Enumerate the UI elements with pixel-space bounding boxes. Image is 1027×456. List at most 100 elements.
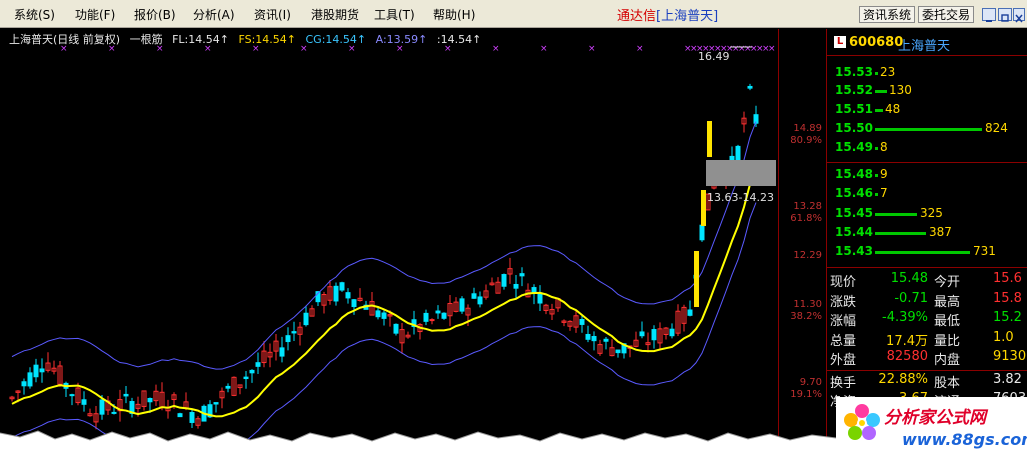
stat-value: -0.71 [894, 291, 928, 306]
bid-row[interactable]: 15.45 325 [827, 206, 1027, 222]
close-icon[interactable] [1013, 8, 1025, 23]
window-title: 通达信[上海普天] [617, 5, 718, 24]
quote-panel: L 600680 上海普天 15.53 23 15.52 130 15.51 48 1… [826, 29, 1027, 456]
candle-body [255, 362, 261, 367]
candle-body [537, 292, 543, 304]
candle-body [345, 292, 351, 299]
stat-label: 股本 [934, 376, 961, 391]
chart-canvas[interactable]: × × × × × × × × × × × × × ×××××××××××××××16.4913.63-1… [0, 29, 778, 456]
ask-row[interactable]: 15.49 8 [827, 140, 1027, 156]
axis-tick: 9.70 [799, 377, 822, 388]
ask-bar [875, 109, 883, 112]
candle-body [213, 402, 219, 405]
candle-body [147, 397, 153, 403]
stat-value: 17.4万 [886, 334, 928, 349]
minimize-icon[interactable] [982, 8, 996, 22]
menu-system[interactable]: 系统(S) [14, 6, 55, 23]
divider [827, 267, 1027, 268]
signal-bar [701, 190, 706, 226]
signal-marker: × [768, 44, 776, 54]
candle-body [279, 347, 285, 357]
bid-volume: 325 [920, 206, 943, 220]
bid-price: 15.44 [835, 225, 873, 239]
candle-body [291, 331, 297, 334]
app-title: 通达信 [617, 9, 657, 24]
candle-body [381, 312, 387, 319]
candle-body [225, 385, 231, 389]
bid-row[interactable]: 15.44 387 [827, 225, 1027, 241]
candle-body [501, 274, 507, 287]
bid-volume: 731 [973, 244, 996, 258]
candle-body [441, 312, 447, 319]
candle-body [603, 338, 609, 342]
ask-row[interactable]: 15.50 824 [827, 121, 1027, 137]
candle-body [651, 329, 657, 341]
bid-volume: 9 [880, 167, 888, 181]
ask-row[interactable]: 15.53 23 [827, 65, 1027, 81]
signal-bar [707, 121, 712, 157]
info-system-button[interactable]: 资讯系统 [859, 6, 916, 23]
chart-legend: 上海普天(日线 前复权) 一根筋 FL:14.54↑ FS:14.54↑ CG:… [9, 31, 487, 47]
stat-value: 15.6 [993, 271, 1022, 286]
candle-body [339, 282, 345, 291]
candle-body [99, 399, 105, 415]
signal-marker: × [540, 44, 548, 54]
kline-chart[interactable]: × × × × × × × × × × × × × × × × × × × × × × × × × × × × 16.49 13.63-1… [0, 29, 825, 456]
stat-label: 外盘 [830, 353, 857, 368]
stat-label: 涨跌 [830, 295, 857, 310]
ask-volume: 8 [880, 140, 888, 154]
signal-marker: × [492, 44, 500, 54]
ma-line [11, 168, 757, 418]
ask-bar [875, 147, 878, 150]
stock-name: 上海普天 [898, 39, 951, 54]
menu-function[interactable]: 功能(F) [75, 6, 115, 23]
menu-help[interactable]: 帮助(H) [433, 6, 475, 23]
axis-tick: 14.89 [793, 123, 822, 134]
menu-hk-futures[interactable]: 港股期货 [311, 6, 359, 23]
ask-price: 15.53 [835, 65, 873, 79]
trade-button[interactable]: 委托交易 [918, 6, 975, 23]
candle-body [111, 411, 117, 414]
candle-body [393, 323, 399, 334]
menu-analysis[interactable]: 分析(A) [193, 6, 235, 23]
watermark-title: 分析家公式网 [884, 408, 986, 428]
torn-edge [0, 430, 836, 456]
menu-quote[interactable]: 报价(B) [134, 6, 176, 23]
candle-body [375, 310, 381, 318]
candle-body [699, 224, 705, 241]
legend-fs: FS:14.54↑ [238, 33, 296, 46]
stat-value: 15.48 [890, 271, 928, 286]
stat-label: 量比 [934, 334, 961, 349]
ask-row[interactable]: 15.52 130 [827, 83, 1027, 99]
high-annotation: 16.49 [698, 50, 730, 63]
bid-bar [875, 174, 878, 177]
stat-row: 现价 15.48 今开 15.6 [827, 271, 1027, 290]
stock-code: 600680 [849, 35, 904, 50]
ask-price: 15.49 [835, 140, 873, 154]
stat-value: 15.8 [993, 291, 1022, 306]
highlight-box [706, 160, 776, 186]
candle-body [435, 310, 441, 314]
candle-body [303, 312, 309, 326]
signal-bar [694, 251, 699, 307]
stat-label: 涨幅 [830, 314, 857, 329]
menu-info[interactable]: 资讯(I) [254, 6, 291, 23]
candle-body [333, 285, 339, 302]
bid-row[interactable]: 15.46 7 [827, 186, 1027, 202]
candle-body [81, 399, 87, 405]
menu-tools[interactable]: 工具(T) [374, 6, 415, 23]
stat-row: 换手 22.88% 股本 3.82 [827, 372, 1027, 391]
candle-body [21, 381, 27, 387]
ask-row[interactable]: 15.51 48 [827, 102, 1027, 118]
ask-price: 15.50 [835, 121, 873, 135]
candle-body [639, 331, 645, 337]
candle-body [687, 309, 693, 316]
restore-icon[interactable] [998, 8, 1012, 22]
candle-body [735, 145, 741, 163]
bid-row[interactable]: 15.43 731 [827, 244, 1027, 260]
stat-value: 22.88% [878, 372, 928, 387]
stat-value: -4.39% [882, 310, 928, 325]
bid-row[interactable]: 15.48 9 [827, 167, 1027, 183]
lower-band-line [11, 202, 757, 451]
bid-price: 15.43 [835, 244, 873, 258]
